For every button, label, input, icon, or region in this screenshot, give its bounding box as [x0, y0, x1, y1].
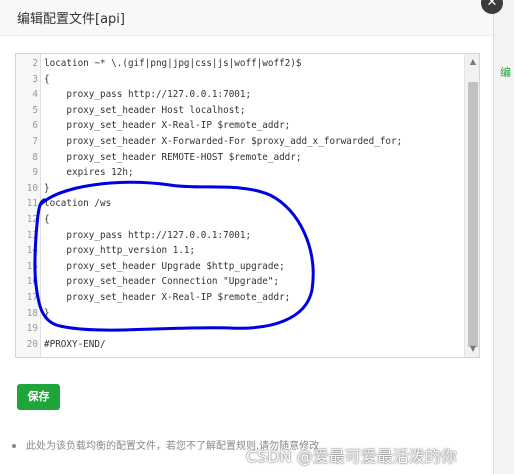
line-code[interactable]: proxy_set_header X-Real-IP $remote_addr; — [44, 290, 290, 306]
line-number: 18 — [26, 307, 38, 319]
line-code[interactable]: proxy_set_header REMOTE-HOST $remote_add… — [44, 150, 301, 166]
line-code[interactable]: proxy_set_header X-Real-IP $remote_addr; — [44, 118, 290, 134]
line-number: 19 — [26, 323, 38, 335]
line-code[interactable]: proxy_pass http://127.0.0.1:7001; — [44, 228, 251, 244]
code-line[interactable]: 20 #PROXY-END/ — [16, 337, 479, 353]
line-number: 11 — [26, 198, 38, 210]
line-code[interactable]: proxy_set_header X-Forwarded-For $proxy_… — [44, 134, 402, 150]
code-editor[interactable]: 2 location ~* \.(gif|png|jpg|css|js|woff|… — [15, 53, 480, 358]
line-number: 20 — [26, 338, 38, 350]
code-line[interactable]: 8 proxy_set_header REMOTE-HOST $remote_a… — [16, 150, 479, 166]
line-number: 10 — [26, 182, 38, 194]
line-code[interactable]: } — [44, 306, 50, 322]
code-line[interactable]: 12 { — [16, 212, 479, 228]
code-line[interactable]: 17 proxy_set_header X-Real-IP $remote_ad… — [16, 290, 479, 306]
code-line[interactable]: 9 expires 12h; — [16, 165, 479, 181]
code-line[interactable]: 14 proxy_http_version 1.1; — [16, 243, 479, 259]
code-line[interactable]: 2 location ~* \.(gif|png|jpg|css|js|woff|… — [16, 56, 479, 72]
code-line[interactable]: 11 location /ws — [16, 196, 479, 212]
code-line[interactable]: 4 proxy_pass http://127.0.0.1:7001; — [16, 87, 479, 103]
line-number: 17 — [26, 292, 38, 303]
line-number: 9 — [32, 167, 38, 179]
line-code[interactable]: proxy_set_header Connection "Upgrade"; — [44, 274, 279, 290]
line-code[interactable]: proxy_set_header Host localhost; — [44, 103, 245, 119]
line-number: 3 — [32, 73, 38, 85]
line-number: 6 — [32, 120, 38, 132]
line-number: 8 — [32, 151, 38, 163]
background-page: 编 — [493, 0, 514, 474]
scroll-down-icon[interactable]: ▼ — [465, 341, 479, 357]
code-line[interactable]: 5 proxy_set_header Host localhost; — [16, 103, 479, 119]
edit-config-dialog: 编辑配置文件[api] 2 location ~* \.(gif|png|jpg|… — [0, 0, 493, 474]
line-number: 2 — [32, 58, 38, 69]
line-number: 4 — [32, 89, 38, 101]
code-line[interactable]: 7 proxy_set_header X-Forwarded-For $prox… — [16, 134, 479, 150]
line-code[interactable]: proxy_pass http://127.0.0.1:7001; — [44, 87, 251, 103]
line-number: 14 — [26, 245, 38, 257]
line-number: 7 — [32, 136, 38, 147]
scroll-thumb[interactable] — [468, 82, 478, 347]
dialog-title: 编辑配置文件[api] — [17, 12, 125, 27]
line-code[interactable]: location /ws — [44, 196, 111, 212]
watermark: CSDN @爱最可爱最活泼的你 — [246, 447, 457, 466]
line-code[interactable]: location ~* \.(gif|png|jpg|css|js|woff|w… — [44, 56, 301, 72]
code-line[interactable]: 18} — [16, 306, 479, 322]
line-code[interactable]: } — [44, 181, 50, 197]
bullet-icon — [12, 444, 16, 448]
save-button[interactable]: 保存 — [17, 384, 60, 410]
line-code[interactable]: { — [44, 212, 50, 228]
line-number: 16 — [26, 276, 38, 288]
editor-scrollbar[interactable]: ▲ ▼ — [464, 54, 479, 357]
background-peek-text: 编 — [500, 66, 511, 79]
line-code[interactable]: proxy_http_version 1.1; — [44, 243, 195, 259]
line-number: 15 — [26, 260, 38, 272]
code-line[interactable]: 19 — [16, 321, 479, 337]
code-line[interactable]: 10} — [16, 181, 479, 197]
line-number: 12 — [26, 214, 38, 225]
scroll-up-icon[interactable]: ▲ — [465, 54, 479, 70]
code-line[interactable]: 15 proxy_set_header Upgrade $http_upgrad… — [16, 259, 479, 275]
code-line[interactable]: 13 proxy_pass http://127.0.0.1:7001; — [16, 228, 479, 244]
line-code[interactable]: #PROXY-END/ — [44, 337, 106, 353]
line-code[interactable]: proxy_set_header Upgrade $http_upgrade; — [44, 259, 284, 275]
line-number: 13 — [26, 229, 38, 241]
line-code[interactable]: expires 12h; — [44, 165, 133, 181]
code-line[interactable]: 3{ — [16, 72, 479, 88]
line-code[interactable]: { — [44, 72, 50, 88]
dialog-header: 编辑配置文件[api] — [0, 0, 493, 36]
code-line[interactable]: 16 proxy_set_header Connection "Upgrade"… — [16, 274, 479, 290]
line-number: 5 — [32, 104, 38, 116]
code-line[interactable]: 6 proxy_set_header X-Real-IP $remote_add… — [16, 118, 479, 134]
